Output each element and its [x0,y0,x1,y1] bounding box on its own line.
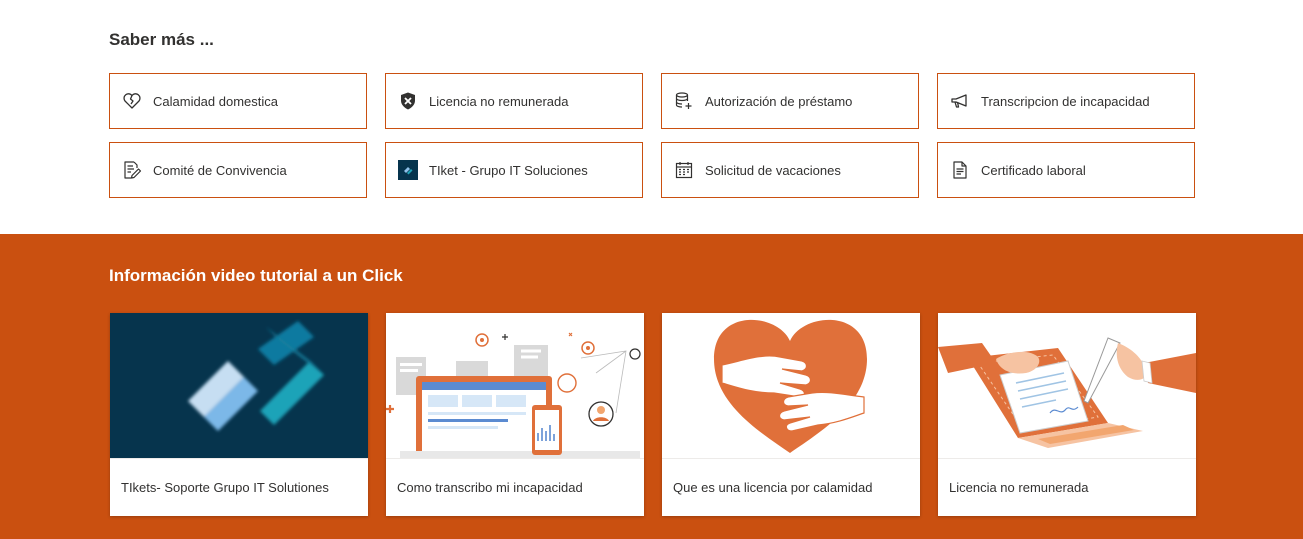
grupo-it-logo-icon [397,159,419,181]
video-caption: Como transcribo mi incapacidad [386,458,644,516]
quick-links-grid: Calamidad domestica Licencia no remunera… [109,73,1195,198]
megaphone-icon [949,90,971,112]
video-caption: Que es una licencia por calamidad [662,458,920,516]
video-tutorials-section: Información video tutorial a un Click TI… [0,234,1303,539]
quick-link-label: Licencia no remunerada [429,93,569,109]
quick-link-autorizacion-prestamo[interactable]: Autorización de préstamo [661,73,919,129]
database-add-icon [673,90,695,112]
heart-hug-illustration [662,313,920,458]
quick-link-label: Comité de Convivencia [153,162,287,178]
quick-link-transcripcion-incapacidad[interactable]: Transcripcion de incapacidad [937,73,1195,129]
video-cards: TIkets- Soporte Grupo IT Solutiones Como… [110,313,1196,516]
quick-link-label: Certificado laboral [981,162,1086,178]
video-caption: Licencia no remunerada [938,458,1196,516]
quick-link-label: Autorización de préstamo [705,93,853,109]
quick-link-label: Solicitud de vacaciones [705,162,841,178]
signing-document-illustration [938,313,1196,458]
video-tutorials-title: Información video tutorial a un Click [109,266,403,285]
shield-x-icon [397,90,419,112]
quick-link-certificado-laboral[interactable]: Certificado laboral [937,142,1195,198]
quick-link-label: Transcripcion de incapacidad [981,93,1150,109]
quick-link-tiket-grupo-it[interactable]: TIket - Grupo IT Soluciones [385,142,643,198]
broken-heart-icon [121,90,143,112]
document-text-icon [949,159,971,181]
quick-link-calamidad-domestica[interactable]: Calamidad domestica [109,73,367,129]
video-card-licencia-no-remunerada[interactable]: Licencia no remunerada [938,313,1196,516]
quick-link-solicitud-vacaciones[interactable]: Solicitud de vacaciones [661,142,919,198]
quick-link-licencia-no-remunerada[interactable]: Licencia no remunerada [385,73,643,129]
calendar-icon [673,159,695,181]
video-card-tikets-soporte[interactable]: TIkets- Soporte Grupo IT Solutiones [110,313,368,516]
document-edit-icon [121,159,143,181]
video-caption: TIkets- Soporte Grupo IT Solutiones [110,458,368,516]
quick-links-title: Saber más ... [109,30,214,49]
video-card-transcribo-incapacidad[interactable]: Como transcribo mi incapacidad [386,313,644,516]
quick-link-label: TIket - Grupo IT Soluciones [429,162,588,178]
video-card-licencia-calamidad[interactable]: Que es una licencia por calamidad [662,313,920,516]
medical-laptop-illustration [386,313,644,458]
quick-link-comite-convivencia[interactable]: Comité de Convivencia [109,142,367,198]
quick-links-section: Saber más ... Calamidad domestica Licenc… [0,0,1303,234]
grupo-it-logo-thumbnail [110,313,368,458]
quick-link-label: Calamidad domestica [153,93,279,109]
